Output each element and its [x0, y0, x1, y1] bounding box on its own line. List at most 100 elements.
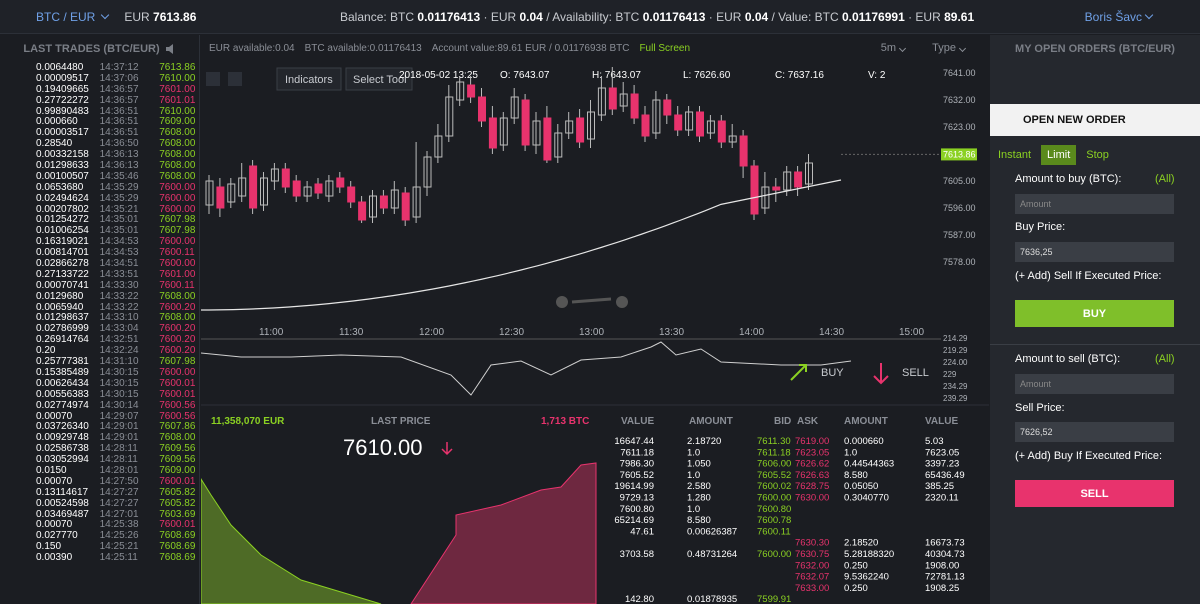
trade-amount: 0.00524598 — [36, 497, 89, 509]
candle-down — [478, 96, 486, 122]
oscillator-tick-label: 229 — [943, 370, 957, 379]
time-tick-label: 14:30 — [819, 327, 844, 338]
expand-icon — [206, 72, 220, 86]
sell-all-link[interactable]: (All) — [1155, 353, 1175, 365]
bid-price: 7600.00 — [757, 493, 791, 504]
oscillator-tick-label: 234.29 — [943, 382, 968, 391]
candle-up — [597, 87, 606, 116]
price-tick-label: 7632.00 — [943, 95, 976, 105]
sell-amount-label: Amount to sell (BTC): (All) — [1015, 353, 1175, 365]
trade-row: 0.00390 14:25:11 7608.69 — [0, 552, 199, 564]
tab-instant[interactable]: Instant — [998, 149, 1031, 161]
ask-price: 7630.00 — [795, 493, 829, 504]
candle-down — [794, 171, 803, 188]
buy-amount-input[interactable]: Amount — [1015, 194, 1174, 214]
trade-price: 7605.82 — [159, 497, 196, 509]
candle-up — [706, 120, 715, 134]
zoom-in-icon — [616, 296, 628, 308]
trade-row: 0.13114617 14:27:27 7605.82 — [0, 486, 199, 499]
candle-down — [608, 87, 617, 110]
candle-down — [488, 117, 497, 149]
moving-average-line — [201, 179, 842, 311]
ohlc-open: O: 7643.07 — [500, 70, 550, 81]
trade-time: 14:30:14 — [99, 399, 139, 411]
orderbook-header-amount: AMOUNT — [689, 416, 733, 427]
sell-amount-input[interactable]: Amount — [1015, 374, 1174, 394]
sell-price-input[interactable]: 7626,52 — [1015, 422, 1174, 442]
orderbook-header-value: VALUE — [621, 416, 654, 427]
trade-time: 14:36:57 — [99, 94, 139, 106]
trade-row: 0.02494624 14:35:29 7600.00 — [0, 192, 199, 205]
time-tick-label: 13:30 — [659, 327, 684, 338]
candle-down — [358, 201, 367, 221]
ask-value: 16673.73 — [925, 538, 965, 549]
add-buy-if-executed[interactable]: (+ Add) Buy If Executed Price: — [1015, 450, 1162, 462]
open-orders-header: MY OPEN ORDERS (BTC/EUR) — [1015, 43, 1175, 55]
user-menu[interactable]: Boris Šavc — [1085, 10, 1156, 24]
price-tick-label: 7587.00 — [943, 230, 976, 240]
bid-amount: 1.0 — [687, 470, 700, 481]
last-price-header: LAST PRICE — [371, 416, 431, 427]
trade-amount: 0.02494624 — [36, 192, 89, 204]
pair-selector[interactable]: BTC / EUR — [36, 10, 112, 24]
tab-stop[interactable]: Stop — [1086, 149, 1109, 161]
trade-amount: 0.13114617 — [36, 486, 89, 498]
open-new-order-title: OPEN NEW ORDER — [990, 104, 1200, 136]
add-sell-if-executed[interactable]: (+ Add) Sell If Executed Price: — [1015, 270, 1161, 282]
tab-limit[interactable]: Limit — [1041, 145, 1077, 165]
trade-price: 7605.82 — [159, 486, 196, 498]
buy-button[interactable]: BUY — [1015, 300, 1174, 327]
buy-all-link[interactable]: (All) — [1155, 173, 1175, 185]
trade-price: 7600.01 — [159, 388, 196, 400]
trade-amount: 0.00390 — [36, 552, 73, 564]
trade-amount: 0.02774974 — [36, 399, 89, 411]
trade-price: 7601.01 — [159, 94, 196, 106]
candlestick-chart[interactable]: 7641.00 7632.00 7623.00 7605.00 7596.00 7587.… — [201, 35, 989, 604]
bid-price: 7600.02 — [757, 481, 791, 492]
ask-price: 7619.00 — [795, 436, 829, 447]
candle-down — [696, 111, 704, 137]
oscillator-tick-label: 219.29 — [943, 346, 968, 355]
bid-total: 11,358,070 EUR — [211, 416, 285, 427]
speaker-icon[interactable] — [165, 44, 176, 54]
buy-amount-label: Amount to buy (BTC): (All) — [1015, 173, 1175, 185]
sell-price-label: Sell Price: — [1015, 402, 1065, 414]
trade-time: 14:25:11 — [99, 552, 138, 564]
bid-amount: 1.0 — [687, 447, 700, 458]
last-price-display: EUR 7613.86 — [124, 9, 197, 24]
oscillator-tick-label: 239.29 — [943, 394, 968, 403]
bid-amount: 0.01878935 — [687, 594, 737, 604]
trade-time: 14:30:15 — [99, 388, 139, 400]
price-tick-label: 7578.00 — [943, 257, 976, 267]
trade-amount: 0.27722272 — [36, 94, 89, 106]
ask-price: 7633.00 — [795, 583, 829, 594]
sell-button[interactable]: SELL — [1015, 480, 1174, 507]
top-bar: BTC / EUR EUR 7613.86 Balance: BTC 0.011… — [0, 0, 1200, 34]
bid-amount: 0.00626387 — [687, 526, 737, 537]
trade-time: 14:35:29 — [99, 192, 139, 204]
ask-amount: 0.44544363 — [844, 459, 894, 470]
candle-down — [292, 180, 301, 197]
orderbook-header-ask: ASK — [797, 416, 819, 427]
time-tick-label: 14:00 — [739, 327, 764, 338]
ask-price: 7632.07 — [795, 572, 829, 583]
candle-down — [772, 186, 781, 191]
candle-down — [347, 186, 356, 203]
trade-price: 7608.00 — [159, 290, 196, 302]
ask-amount: 8.580 — [844, 470, 868, 481]
user-name: Boris Šavc — [1084, 9, 1142, 24]
balance-summary: Balance: BTC 0.01176413 · EUR 0.04 / Ava… — [340, 9, 975, 24]
buy-price-input[interactable]: 7636,25 — [1015, 242, 1174, 262]
ask-amount: 0.3040770 — [844, 493, 889, 504]
bid-value: 3703.58 — [620, 549, 654, 560]
ask-total: 1,713 BTC — [541, 416, 589, 427]
bid-amount: 2.18720 — [687, 436, 721, 447]
ask-amount: 0.05050 — [844, 481, 878, 492]
ask-value: 72781.13 — [925, 572, 965, 583]
trade-amount: 0.0129680 — [36, 290, 84, 302]
buy-arrow-icon — [790, 364, 807, 381]
ohlc-high: H: 7643.07 — [592, 70, 641, 81]
bid-price: 7600.80 — [757, 504, 791, 515]
chart-area: EUR available:0.04 BTC available:0.01176… — [201, 35, 989, 604]
divider — [990, 344, 1200, 345]
